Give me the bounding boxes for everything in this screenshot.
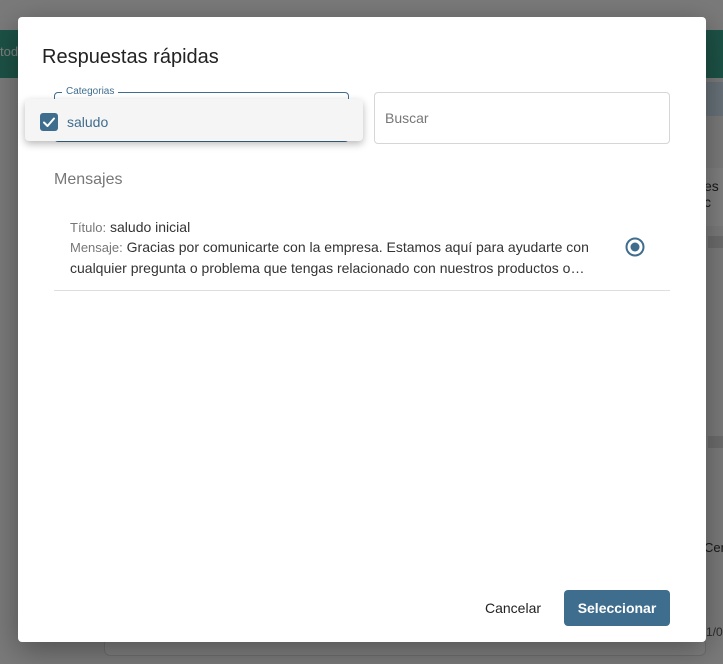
search-input[interactable] [374, 92, 670, 144]
message-text: Gracias por comunicarte con la empresa. … [70, 239, 589, 276]
message-title: saludo inicial [110, 219, 191, 235]
categories-label: Categorias [62, 86, 119, 97]
messages-section-title: Mensajes [54, 171, 123, 188]
quick-replies-dialog: Respuestas rápidas Categorias saludo Men… [18, 17, 706, 642]
message-title-line: Título: saludo inicial [70, 217, 190, 238]
message-list-item[interactable]: Título: saludo inicial Mensaje: Gracias … [54, 209, 670, 291]
message-body-key: Mensaje: [70, 240, 123, 255]
message-body: Mensaje: Gracias por comunicarte con la … [70, 237, 600, 279]
checkbox-checked-icon[interactable] [40, 113, 58, 131]
categories-dropdown: saludo [25, 99, 363, 141]
cancel-button[interactable]: Cancelar [472, 590, 554, 626]
select-button[interactable]: Seleccionar [564, 590, 670, 626]
category-option-saludo[interactable]: saludo [25, 99, 363, 141]
dialog-title: Respuestas rápidas [42, 46, 219, 68]
radio-selected-icon[interactable] [625, 237, 645, 257]
message-title-key: Título: [70, 220, 107, 235]
category-option-label: saludo [67, 114, 109, 130]
